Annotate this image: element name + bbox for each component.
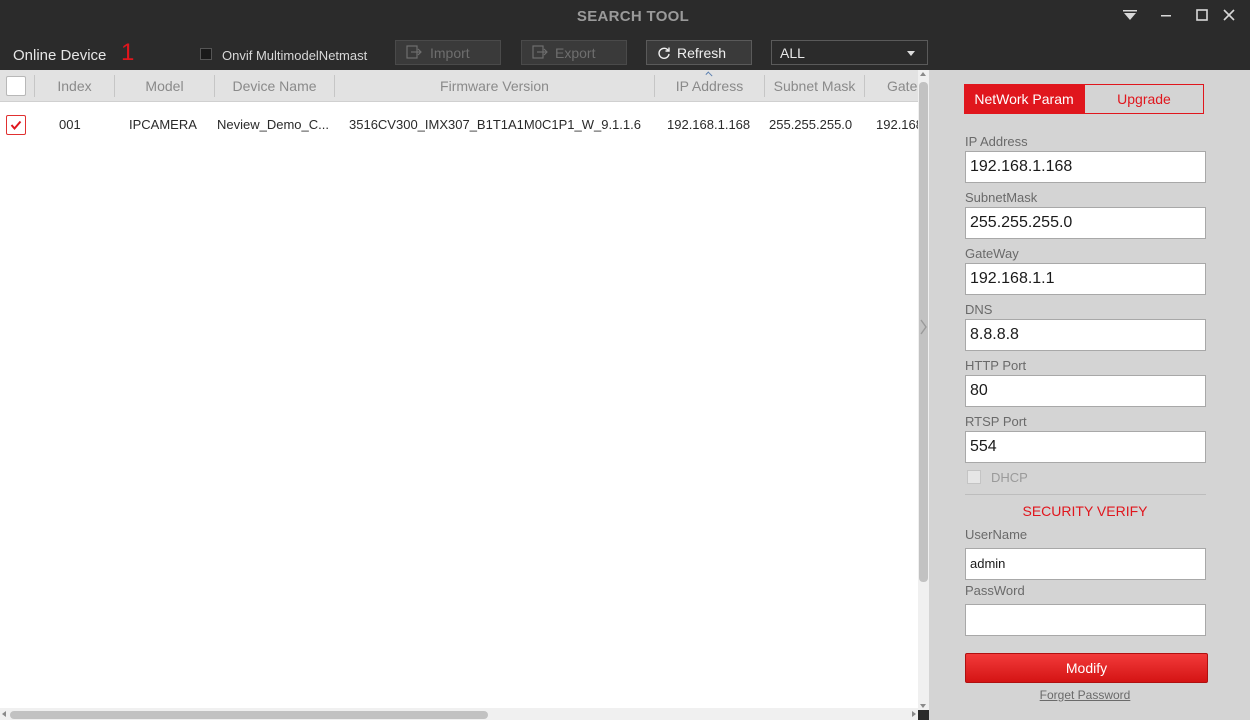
panel-divider bbox=[965, 494, 1206, 495]
dns-label: DNS bbox=[965, 302, 993, 317]
import-icon bbox=[406, 45, 422, 62]
header-ip[interactable]: IP Address bbox=[655, 70, 764, 102]
import-button[interactable]: Import bbox=[395, 40, 501, 65]
username-label: UserName bbox=[965, 527, 1028, 542]
header-index[interactable]: Index bbox=[35, 70, 114, 102]
http-port-label: HTTP Port bbox=[965, 358, 1027, 373]
maximize-icon[interactable] bbox=[1189, 4, 1215, 26]
refresh-icon bbox=[657, 46, 671, 63]
cell-gateway: 192.168 bbox=[876, 117, 918, 132]
dns-input[interactable]: 8.8.8.8 bbox=[965, 319, 1206, 351]
ip-address-label: IP Address bbox=[965, 134, 1028, 149]
online-device-count: 1 bbox=[121, 39, 135, 66]
export-label: Export bbox=[555, 45, 596, 61]
password-label: PassWord bbox=[965, 583, 1025, 598]
filter-value: ALL bbox=[780, 45, 805, 61]
header-gateway[interactable]: Gate bbox=[865, 70, 918, 102]
horizontal-scroll-thumb[interactable] bbox=[10, 711, 488, 719]
window-title: SEARCH TOOL bbox=[576, 8, 690, 25]
import-label: Import bbox=[430, 45, 470, 61]
dropdown-menu-icon[interactable] bbox=[1117, 4, 1143, 26]
online-device-label: Online Device bbox=[13, 47, 107, 64]
rtsp-port-label: RTSP Port bbox=[965, 414, 1027, 429]
username-input[interactable]: admin bbox=[965, 548, 1206, 580]
tab-network-param[interactable]: NetWork Param bbox=[964, 84, 1084, 114]
title-bar: SEARCH TOOL bbox=[0, 0, 1250, 34]
header-firmware[interactable]: Firmware Version bbox=[335, 70, 654, 102]
modify-button[interactable]: Modify bbox=[965, 653, 1208, 683]
search-tool-window: SEARCH TOOL Online Device 1 Onvif Multim… bbox=[0, 0, 1250, 720]
gateway-label: GateWay bbox=[965, 246, 1019, 261]
cell-ip: 192.168.1.168 bbox=[667, 117, 751, 132]
close-icon[interactable] bbox=[1216, 4, 1242, 26]
collapse-panel-icon[interactable] bbox=[918, 316, 929, 338]
scroll-right-icon[interactable] bbox=[912, 711, 916, 717]
cell-subnet: 255.255.255.0 bbox=[769, 117, 853, 132]
dhcp-checkbox[interactable] bbox=[967, 470, 981, 484]
dhcp-label: DHCP bbox=[991, 470, 1028, 485]
http-port-input[interactable]: 80 bbox=[965, 375, 1206, 407]
onvif-label: Onvif MultimodelNetmast bbox=[222, 48, 368, 63]
cell-device-name: Neview_Demo_C... bbox=[217, 117, 329, 132]
subnet-mask-input[interactable]: 255.255.255.0 bbox=[965, 207, 1206, 239]
chevron-down-icon bbox=[907, 51, 915, 56]
forget-password-link[interactable]: Forget Password bbox=[965, 688, 1205, 702]
table-row[interactable]: 001 IPCAMERA Neview_Demo_C... 3516CV300_… bbox=[0, 103, 918, 147]
scroll-down-icon[interactable] bbox=[920, 704, 926, 708]
refresh-button[interactable]: Refresh bbox=[646, 40, 752, 65]
row-checkbox[interactable] bbox=[6, 115, 26, 135]
scroll-up-icon[interactable] bbox=[920, 72, 926, 76]
tab-upgrade[interactable]: Upgrade bbox=[1084, 84, 1204, 114]
subnet-mask-label: SubnetMask bbox=[965, 190, 1038, 205]
table-header: Index Model Device Name Firmware Version… bbox=[0, 70, 918, 102]
toolbar: Online Device 1 Onvif MultimodelNetmast … bbox=[0, 34, 1250, 70]
refresh-label: Refresh bbox=[677, 45, 727, 61]
device-table: Index Model Device Name Firmware Version… bbox=[0, 70, 918, 708]
scroll-left-icon[interactable] bbox=[2, 711, 6, 717]
gateway-input[interactable]: 192.168.1.1 bbox=[965, 263, 1206, 295]
header-subnet[interactable]: Subnet Mask bbox=[765, 70, 864, 102]
select-all-checkbox[interactable] bbox=[6, 76, 26, 96]
header-device-name[interactable]: Device Name bbox=[215, 70, 334, 102]
onvif-checkbox[interactable] bbox=[200, 48, 212, 60]
checkmark-icon bbox=[10, 120, 22, 131]
password-input[interactable] bbox=[965, 604, 1206, 636]
device-filter-select[interactable]: ALL bbox=[771, 40, 928, 65]
horizontal-scrollbar[interactable] bbox=[0, 708, 918, 720]
rtsp-port-input[interactable]: 554 bbox=[965, 431, 1206, 463]
cell-model: IPCAMERA bbox=[129, 117, 197, 132]
security-verify-title: SECURITY VERIFY bbox=[1022, 503, 1148, 519]
vertical-scrollbar[interactable] bbox=[918, 70, 929, 710]
export-button[interactable]: Export bbox=[521, 40, 627, 65]
cell-index: 001 bbox=[59, 117, 81, 132]
ip-address-input[interactable]: 192.168.1.168 bbox=[965, 151, 1206, 183]
export-icon bbox=[532, 45, 548, 62]
minimize-icon[interactable] bbox=[1153, 4, 1179, 26]
header-model[interactable]: Model bbox=[115, 70, 214, 102]
network-settings-panel: NetWork Param Upgrade IP Address 192.168… bbox=[929, 70, 1250, 720]
cell-firmware: 3516CV300_IMX307_B1T1A1M0C1P1_W_9.1.1.6 bbox=[349, 117, 641, 132]
